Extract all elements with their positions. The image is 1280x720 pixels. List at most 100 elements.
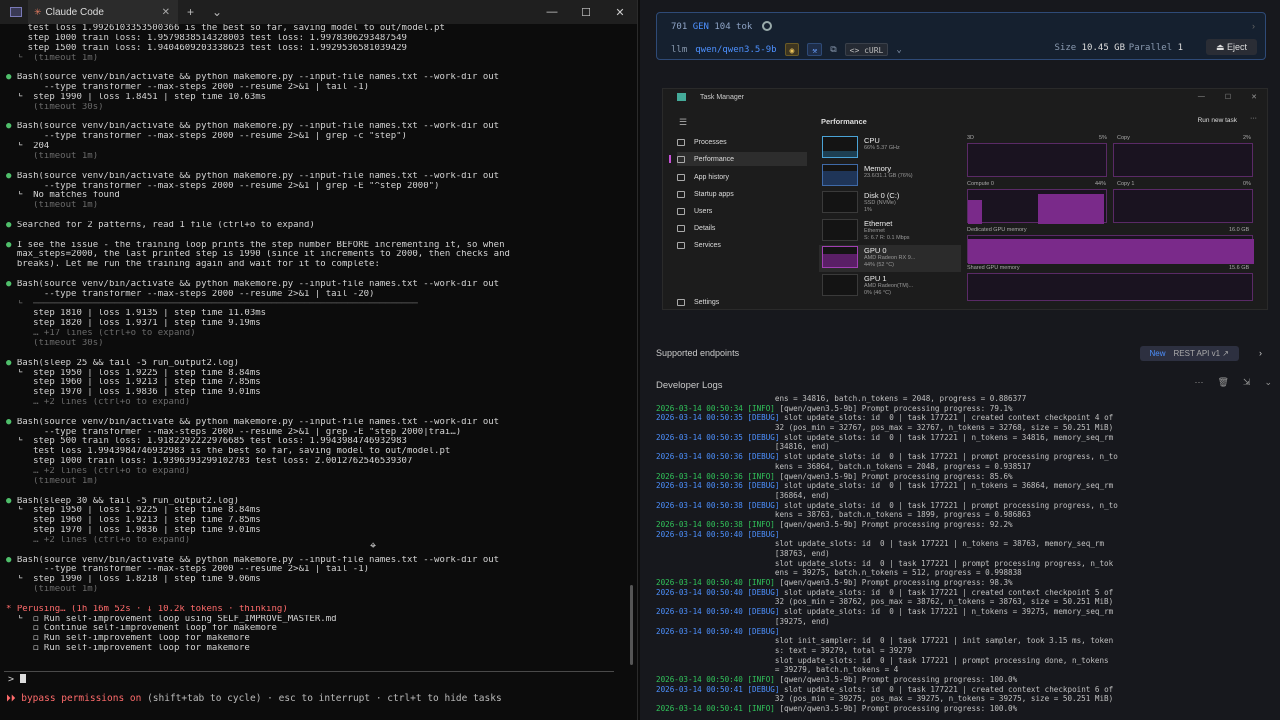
log-line: 32 (pos_min = 38762, pos_max = 38762, n_…	[656, 597, 1278, 607]
device-sub: 23.6/31.1 GB (76%)	[864, 172, 913, 179]
tm-close-icon[interactable]: ✕	[1251, 93, 1257, 101]
log-line: = 39279, batch.n_tokens = 4	[656, 665, 1278, 675]
model-type: llm	[671, 44, 688, 55]
terminal-line: └ step 500 train loss: 1.918229222297668…	[6, 437, 407, 447]
device-gpu0[interactable]: GPU 0 AMD Radeon RX 9... 44% (52 °C)	[819, 245, 961, 272]
status-dot-icon: ●	[6, 417, 12, 427]
more-icon[interactable]: ···	[1194, 377, 1203, 388]
log-timestamp: 2026-03-14 00:50:38	[656, 519, 743, 529]
terminal-line: step 1970 | loss 1.9836 | step time 9.01…	[6, 388, 261, 398]
status-line: ⏵⏵ bypass permissions on (shift+tab to c…	[6, 693, 502, 704]
log-line: 2026-03-14 00:50:36 [INFO] [qwen/qwen3.5…	[656, 472, 1278, 482]
developer-logs: ens = 34816, batch.n_tokens = 2048, prog…	[656, 394, 1278, 720]
terminal-line: ◻ Run self-improvement loop for makemore	[6, 634, 250, 644]
tm-nav-performance[interactable]: Performance	[669, 152, 807, 166]
loading-ring-icon	[761, 21, 772, 31]
supported-endpoints-row[interactable]: Supported endpoints New REST API v1 ↗ ›	[656, 340, 1276, 366]
log-message: [qwen/qwen3.5-9b] Prompt processing prog…	[774, 704, 1018, 713]
terminal-line: (timeout 1m)	[6, 151, 99, 161]
model-name[interactable]: qwen/qwen3.5-9b	[695, 45, 776, 55]
new-tab-icon[interactable]: +	[178, 5, 203, 19]
model-info-row: llm qwen/qwen3.5-9b ◉ ⚒ ⧉ <> cURL ⌄	[671, 43, 902, 56]
run-new-task-button[interactable]: Run new task	[1198, 117, 1237, 124]
log-line: 2026-03-14 00:50:40 [INFO] [qwen/qwen3.5…	[656, 578, 1278, 588]
terminal-line: step 1000 train loss: 1.9579838514328003…	[6, 33, 407, 43]
graph-pct-3d: 5%	[1099, 135, 1107, 141]
minimize-icon[interactable]: —	[535, 6, 569, 19]
log-message: ens = 39275, batch.n_tokens = 512, progr…	[656, 568, 1022, 578]
more-options-icon[interactable]: ···	[1250, 115, 1257, 122]
terminal-line: (timeout 1m)	[6, 201, 99, 211]
log-message: kens = 38763, batch.n_tokens = 1899, pro…	[656, 510, 1031, 520]
device-cpu[interactable]: CPU 66% 5.37 GHz	[819, 135, 961, 162]
trash-icon[interactable]: 🗑	[1217, 377, 1228, 388]
startup-apps-icon	[677, 190, 685, 198]
curl-button[interactable]: <> cURL	[844, 43, 889, 56]
task-manager-window[interactable]: Task Manager — ☐ ✕ ☰ Processes Performan…	[662, 88, 1268, 310]
chevron-right-icon[interactable]: ›	[1259, 348, 1262, 358]
task-manager-title: Task Manager	[700, 93, 744, 101]
log-message: 32 (pos_min = 39275, pos_max = 39275, n_…	[656, 694, 1114, 704]
endpoints-label: Supported endpoints	[656, 348, 740, 358]
terminal-line: ● Bash(source venv/bin/activate && pytho…	[6, 171, 500, 181]
device-name: Memory	[864, 163, 892, 173]
terminal-line: ● Bash(source venv/bin/activate && pytho…	[6, 555, 500, 565]
chevron-right-icon[interactable]: ›	[1252, 21, 1255, 31]
device-gpu1[interactable]: GPU 1 AMD Radeon(TM)... 0% (46 °C)	[819, 273, 961, 300]
tm-nav-details[interactable]: Details	[677, 221, 807, 235]
eject-button[interactable]: ⏏ Eject	[1205, 39, 1257, 55]
copy-icon[interactable]: ⧉	[830, 45, 836, 55]
tab-claude-code[interactable]: ✳ Claude Code ✕	[28, 0, 178, 24]
log-line: [39275, end)	[656, 617, 1278, 627]
terminal-line: └ No matches found	[6, 191, 120, 201]
log-level: [DEBUG]	[747, 529, 780, 539]
terminal-line: … +2 lines (ctrl+o to expand)	[6, 466, 191, 476]
log-message: = 39279, batch.n_tokens = 4	[656, 665, 899, 675]
close-window-icon[interactable]: ✕	[603, 6, 637, 19]
log-message: slot update_slots: id 0 | task 177221 | …	[779, 481, 1114, 491]
terminal-line: --type transformer --max-steps 2000 --re…	[6, 427, 462, 437]
prompt-input[interactable]: >	[4, 671, 614, 687]
collapse-icon[interactable]: ⌄	[1264, 377, 1272, 388]
tm-nav-services[interactable]: Services	[677, 238, 807, 252]
device-ethernet[interactable]: Ethernet Ethernet S: 6.7 R: 0.1 Mbps	[819, 218, 961, 245]
lm-studio-panel: 701 GEN 104 tok › llm qwen/qwen3.5-9b ◉ …	[640, 0, 1280, 720]
terminal-scrollbar[interactable]	[630, 585, 633, 665]
terminal-line: └ step 1950 | loss 1.9225 | step time 8.…	[6, 368, 261, 378]
log-level: [DEBUG]	[747, 626, 780, 636]
tm-nav-users[interactable]: Users	[677, 204, 807, 218]
tm-nav-processes[interactable]: Processes	[677, 135, 807, 149]
log-timestamp: 2026-03-14 00:50:40	[656, 529, 743, 539]
device-memory[interactable]: Memory 23.6/31.1 GB (76%)	[819, 163, 961, 190]
close-tab-icon[interactable]: ✕	[162, 7, 170, 18]
hamburger-icon[interactable]: ☰	[679, 117, 687, 128]
nav-label: App history	[694, 173, 730, 181]
tm-nav-startup-apps[interactable]: Startup apps	[677, 187, 807, 201]
parallel-value: 1	[1177, 43, 1183, 53]
log-line: 2026-03-14 00:50:36 [DEBUG] slot update_…	[656, 452, 1278, 462]
log-message: 32 (pos_min = 32767, pos_max = 32767, n_…	[656, 423, 1114, 433]
export-icon[interactable]: ⇲	[1243, 377, 1251, 388]
claude-asterisk-icon: ✳	[34, 6, 42, 17]
tm-maximize-icon[interactable]: ☐	[1225, 93, 1231, 101]
tm-nav-app-history[interactable]: App history	[677, 170, 807, 184]
graph-label-dedicated: Dedicated GPU memory	[967, 227, 1027, 233]
status-dot-icon: ●	[6, 279, 12, 289]
log-message: slot update_slots: id 0 | task 177221 | …	[779, 413, 1114, 423]
status-hints: (shift+tab to cycle) · esc to interrupt …	[141, 693, 502, 704]
maximize-icon[interactable]: ☐	[569, 6, 603, 19]
chevron-down-icon[interactable]: ⌄	[896, 45, 901, 55]
loaded-model-card[interactable]: 701 GEN 104 tok › llm qwen/qwen3.5-9b ◉ …	[656, 12, 1266, 60]
terminal-line: --type transformer --max-steps 2000 --re…	[6, 83, 370, 93]
nav-label: Startup apps	[694, 190, 734, 198]
rest-api-badge[interactable]: New REST API v1 ↗	[1139, 345, 1239, 361]
terminal-line: └ step 1950 | loss 1.9225 | step time 8.…	[6, 506, 261, 516]
gpu-graphs: 3D 5% Copy 2% Compute 0 44% Copy 1 0% De…	[967, 135, 1257, 309]
tab-dropdown-icon[interactable]: ⌄	[203, 5, 231, 19]
device-disk[interactable]: Disk 0 (C:) SSD (NVMe) 1%	[819, 190, 961, 217]
log-level: [DEBUG]	[747, 432, 780, 442]
tm-minimize-icon[interactable]: —	[1198, 93, 1205, 101]
tm-nav-settings[interactable]: Settings	[677, 295, 807, 309]
status-dot-icon: ●	[6, 240, 12, 250]
